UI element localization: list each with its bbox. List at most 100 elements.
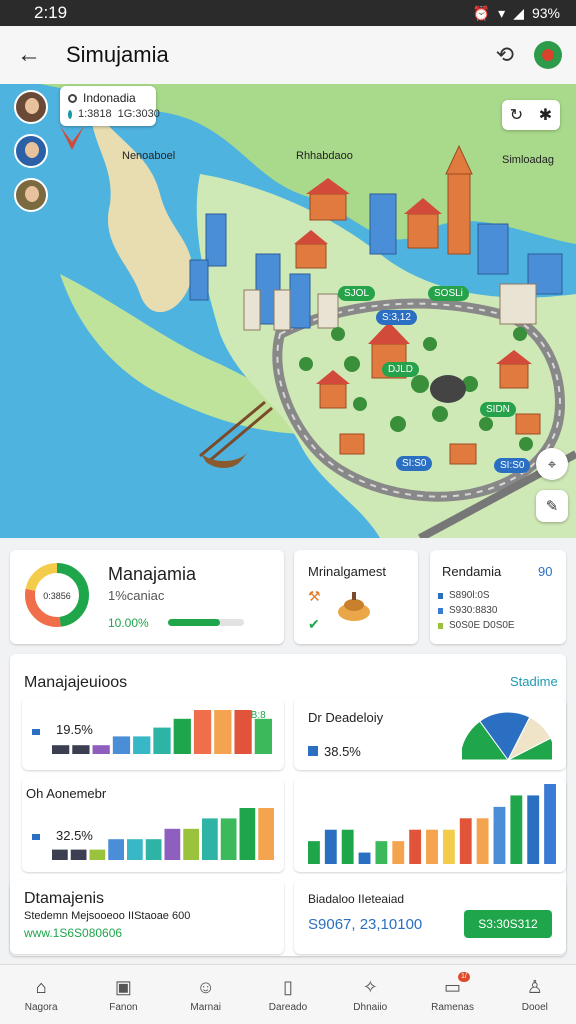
stats-card[interactable]: Rendamia 90 S890l:0S S930:8830 S0S0E D0S… <box>430 550 566 644</box>
nav-label: Marnai <box>190 1001 221 1013</box>
map-marker[interactable]: S:3,12 <box>376 310 417 325</box>
location-pin-icon: ⌖ <box>547 455 557 473</box>
inbox-icon: ▭ 1/ <box>444 971 470 997</box>
chart-bar <box>220 818 237 860</box>
info-title: Biadaloo IIeteaiad <box>308 892 405 906</box>
nav-label: Fanon <box>109 1001 138 1013</box>
bar-chart <box>308 784 556 864</box>
location-title: Indonadia <box>83 91 136 105</box>
chart-bar <box>153 727 171 754</box>
chart-bar <box>52 745 70 754</box>
avatar[interactable] <box>14 134 48 168</box>
info-card[interactable]: Biadaloo IIeteaiad S9067, 23,10100 S3:30… <box>294 880 566 954</box>
chart-bar <box>183 828 199 860</box>
nav-item-store[interactable]: ▣ Fanon <box>82 965 164 1024</box>
map-marker[interactable]: SIDN <box>480 402 516 417</box>
bar-chart <box>52 710 272 754</box>
nav-label: Dareado <box>268 1001 308 1013</box>
chart-bar <box>92 745 110 754</box>
nav-item-people[interactable]: ☺ Marnai <box>165 965 247 1024</box>
chart-bar <box>308 841 320 864</box>
map-marker[interactable]: SOSLi <box>428 286 469 301</box>
book-icon: ▯ <box>283 976 293 997</box>
legend-label: S890l:0S <box>449 590 490 601</box>
location-title-row: Indonadia <box>68 90 148 106</box>
chart-bar <box>493 806 506 864</box>
profile-button[interactable] <box>534 41 562 69</box>
stat-icon <box>68 109 72 119</box>
chart-card[interactable]: 19.5% BB:8 <box>22 698 284 770</box>
legend-swatch <box>32 834 40 840</box>
map-tools: ↻ ✱ <box>502 100 560 130</box>
map-label: Nenoaboel <box>122 150 176 162</box>
battery-level: 93% <box>531 5 560 21</box>
info-link[interactable]: www.1S6S080606 <box>24 926 122 940</box>
location-stats-row: 1:3818 1G:3030 <box>68 106 160 122</box>
map-marker[interactable]: SI:S0 <box>494 458 531 473</box>
city-map[interactable]: Indonadia 1:3818 1G:3030 Nenoaboel Rhhab… <box>0 84 576 538</box>
stats-card[interactable]: Mrinalgamest ⚒ ✔ <box>294 550 418 644</box>
back-button[interactable]: ← <box>14 40 44 70</box>
nav-item-inbox[interactable]: ▭ 1/ Ramenas <box>411 965 493 1024</box>
stats-card[interactable]: 0:3856 Manajamia 1%caniac 10.00% <box>10 550 284 644</box>
person-icon: ♙ <box>526 976 543 997</box>
chart-bar <box>375 841 388 864</box>
settings-icon[interactable]: ✱ <box>539 105 552 125</box>
chart-bar <box>358 852 371 864</box>
nav-label: Dhnaiio <box>353 1001 388 1013</box>
see-more-link[interactable]: Stadime <box>510 674 558 689</box>
map-label: Simloadag <box>502 154 554 166</box>
edit-button[interactable]: ✎ <box>536 490 568 522</box>
avatar[interactable] <box>14 90 48 124</box>
stats-badge[interactable]: 90 <box>538 564 552 579</box>
nav-item-book[interactable]: ▯ Dareado <box>247 965 329 1024</box>
nav-label: Dooel <box>521 1001 548 1013</box>
chart-card[interactable]: Oh Aonemebr 32.5% <box>22 778 284 872</box>
share-icon: ⟲ <box>495 42 514 67</box>
chart-bar <box>426 829 438 864</box>
legend-swatch <box>308 746 318 756</box>
share-button[interactable]: ⟲ <box>496 42 514 68</box>
people-icon: ☺ <box>196 976 215 997</box>
map-marker[interactable]: SI:S0 <box>396 456 433 471</box>
app-actions: ⟲ <box>496 41 562 69</box>
locate-button[interactable]: ⌖ <box>536 448 568 480</box>
chart-bar <box>193 710 212 754</box>
legend-swatch <box>438 622 443 629</box>
basket-icon <box>338 592 370 621</box>
legend-label: S930:8830 <box>449 605 498 616</box>
map-marker[interactable]: DJLD <box>382 362 420 377</box>
donut-chart: 0:3856 <box>25 563 89 627</box>
nav-item-compass[interactable]: ✧ Dhnaiio <box>329 965 411 1024</box>
chart-bar <box>108 839 124 860</box>
action-button[interactable]: S3:30S312 <box>464 910 552 938</box>
nav-item-profile[interactable]: ♙ Dooel <box>494 965 576 1024</box>
status-icons: ⏰ ▾ ◢ 93% <box>473 5 560 22</box>
chart-card[interactable]: Dr Deadeloiy 38.5% <box>294 698 566 770</box>
status-time: 2:19 <box>34 3 68 22</box>
location-stat: 1G:3030 <box>117 108 160 120</box>
signal-icon: ◢ <box>513 4 524 21</box>
chart-bar <box>527 795 540 864</box>
chart-card[interactable] <box>294 778 566 872</box>
app-bar: ← Simujamia ⟲ <box>0 26 576 84</box>
legend-item: S890l:0S <box>438 590 490 601</box>
avatar[interactable] <box>14 178 48 212</box>
chart-bar <box>214 710 232 754</box>
map-illustration <box>40 84 576 538</box>
page-title: Simujamia <box>66 42 169 67</box>
legend-item: S0S0E D0S0E <box>438 620 515 631</box>
chart-bar <box>112 736 131 754</box>
recenter-icon[interactable]: ↻ <box>510 105 523 125</box>
nav-item-home[interactable]: ⌂ Nagora <box>0 965 82 1024</box>
legend-swatch <box>438 592 443 599</box>
compass-icon: ✧ <box>362 976 378 997</box>
store-icon: ▣ <box>114 976 132 997</box>
location-pin-icon <box>68 93 77 103</box>
chart-bar <box>70 849 87 860</box>
info-card[interactable]: Dtamajenis Stedemn Mejsooeoo IIStaoae 60… <box>10 880 284 954</box>
wifi-icon: ▾ <box>498 4 506 21</box>
map-marker[interactable]: SJOL <box>338 286 376 301</box>
legend-swatch <box>438 607 443 614</box>
location-card[interactable]: Indonadia 1:3818 1G:3030 <box>60 86 160 126</box>
